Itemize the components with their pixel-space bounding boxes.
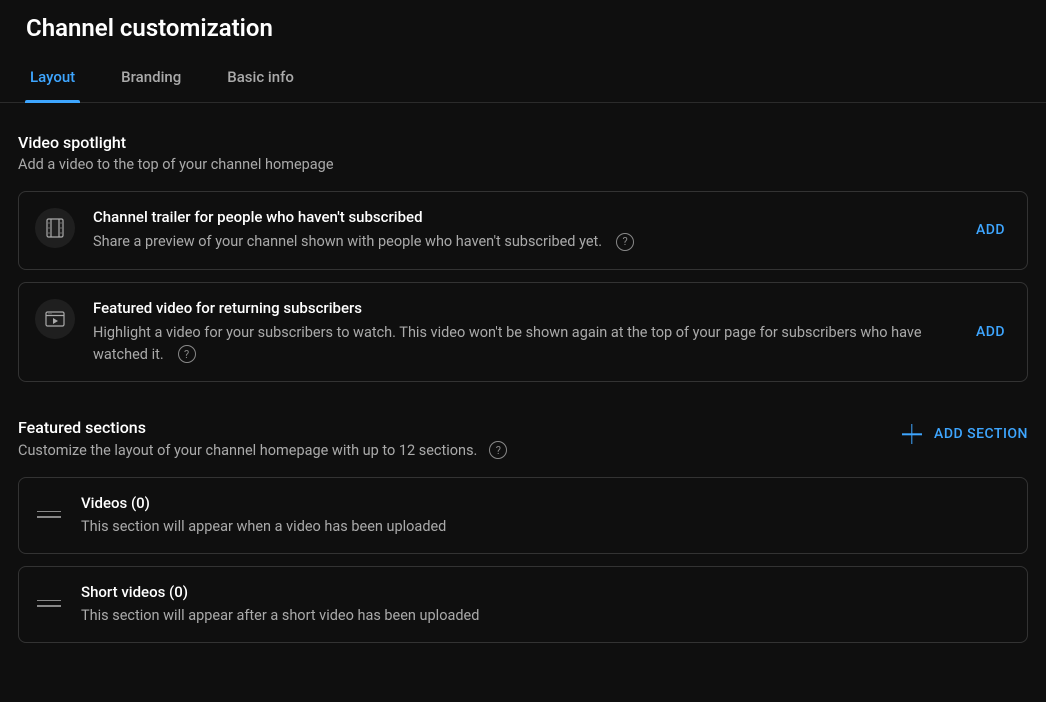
section-item-description: This section will appear after a short v… xyxy=(81,607,1009,624)
video-spotlight-section: Video spotlight Add a video to the top o… xyxy=(18,133,1028,382)
help-icon[interactable]: ? xyxy=(616,233,634,251)
section-card-videos: Videos (0) This section will appear when… xyxy=(18,477,1028,554)
drag-handle-icon[interactable] xyxy=(37,502,61,526)
tab-basic-info[interactable]: Basic info xyxy=(227,68,294,102)
content-region: Video spotlight Add a video to the top o… xyxy=(0,103,1046,643)
add-section-label: ADD SECTION xyxy=(934,426,1028,442)
tabs-bar: Layout Branding Basic info xyxy=(0,42,1046,103)
featured-video-title: Featured video for returning subscribers xyxy=(93,299,954,317)
featured-video-body: Featured video for returning subscribers… xyxy=(93,299,954,366)
channel-trailer-description: Share a preview of your channel shown wi… xyxy=(93,233,602,250)
add-featured-video-button[interactable]: ADD xyxy=(972,316,1009,348)
help-icon[interactable]: ? xyxy=(489,441,507,459)
section-item-title: Short videos (0) xyxy=(81,583,1009,601)
add-trailer-button[interactable]: ADD xyxy=(972,214,1009,246)
channel-trailer-card: Channel trailer for people who haven't s… xyxy=(18,191,1028,270)
video-spotlight-description: Add a video to the top of your channel h… xyxy=(18,156,1028,173)
channel-trailer-title: Channel trailer for people who haven't s… xyxy=(93,208,954,226)
featured-sections-block: Featured sections Customize the layout o… xyxy=(18,418,1028,643)
channel-trailer-body: Channel trailer for people who haven't s… xyxy=(93,208,954,253)
add-section-button[interactable]: ADD SECTION xyxy=(902,418,1028,444)
featured-sections-title: Featured sections xyxy=(18,418,507,437)
featured-video-icon xyxy=(35,299,75,339)
film-strip-icon xyxy=(35,208,75,248)
section-card-short-videos: Short videos (0) This section will appea… xyxy=(18,566,1028,643)
featured-video-card: Featured video for returning subscribers… xyxy=(18,282,1028,383)
featured-video-description: Highlight a video for your subscribers t… xyxy=(93,324,922,363)
featured-sections-description: Customize the layout of your channel hom… xyxy=(18,442,477,459)
drag-handle-icon[interactable] xyxy=(37,591,61,615)
section-item-title: Videos (0) xyxy=(81,494,1009,512)
tab-layout[interactable]: Layout xyxy=(30,68,75,102)
plus-icon xyxy=(902,424,922,444)
section-item-description: This section will appear when a video ha… xyxy=(81,518,1009,535)
help-icon[interactable]: ? xyxy=(178,345,196,363)
tab-branding[interactable]: Branding xyxy=(121,68,181,102)
page-title: Channel customization xyxy=(0,0,1046,42)
video-spotlight-title: Video spotlight xyxy=(18,133,1028,152)
